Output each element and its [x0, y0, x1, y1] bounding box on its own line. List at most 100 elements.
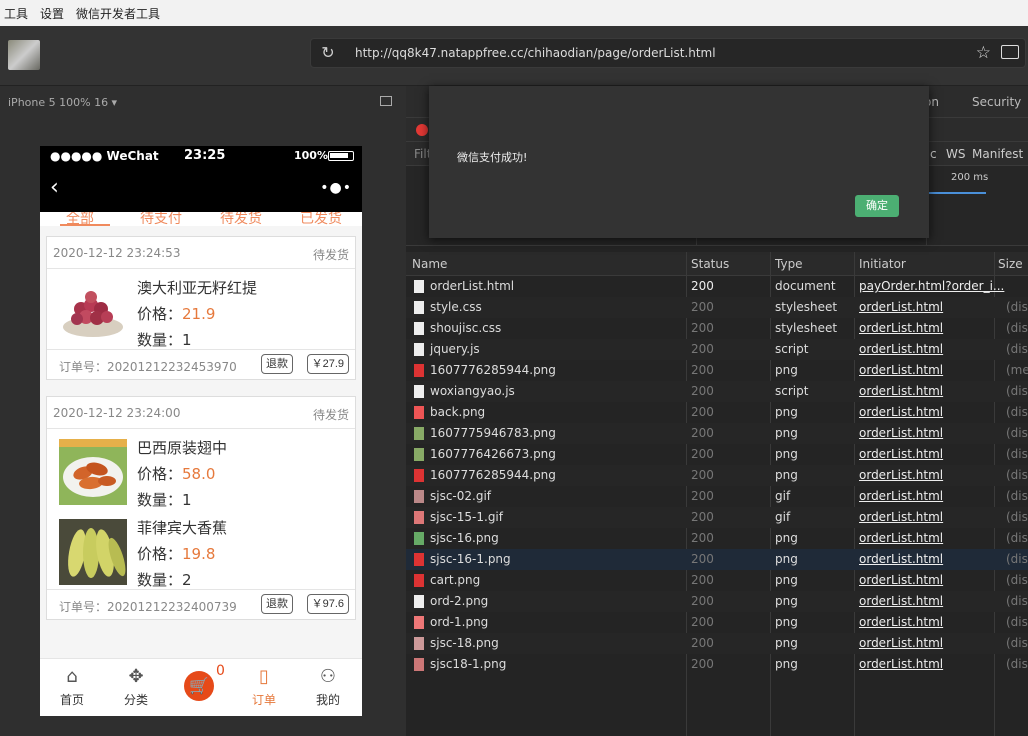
request-initiator[interactable]: orderList.html: [859, 426, 943, 440]
table-row[interactable]: shoujisc.css 200 stylesheet orderList.html (…: [406, 318, 1028, 339]
request-name: sjsc-16-1.png: [430, 552, 511, 566]
request-status: 200: [691, 405, 714, 419]
request-initiator[interactable]: orderList.html: [859, 363, 943, 377]
col-status[interactable]: Status: [691, 257, 729, 271]
table-row[interactable]: 1607776285944.png 200 png orderList.html (di…: [406, 465, 1028, 486]
request-type: png: [775, 615, 798, 629]
goods-item[interactable]: 巴西原装翅中 价格：58.0 数量：1: [47, 429, 355, 509]
file-icon: [414, 448, 424, 461]
request-initiator[interactable]: orderList.html: [859, 657, 943, 671]
file-icon: [414, 553, 424, 566]
request-size: (dis: [1006, 468, 1028, 482]
phone-screen: ●●●●● WeChat 23:25 100% ‹ •●• 全部 待支付 待发货…: [40, 146, 362, 716]
request-initiator[interactable]: orderList.html: [859, 594, 943, 608]
folder-icon[interactable]: [1001, 45, 1019, 59]
table-row[interactable]: style.css 200 stylesheet orderList.html (dis: [406, 297, 1028, 318]
table-row[interactable]: back.png 200 png orderList.html (dis: [406, 402, 1028, 423]
table-row[interactable]: ord-2.png 200 png orderList.html (dis: [406, 591, 1028, 612]
tab-pending-payment[interactable]: 待支付: [140, 212, 182, 226]
table-row[interactable]: 1607776426673.png 200 png orderList.html (di…: [406, 444, 1028, 465]
star-icon[interactable]: ☆: [976, 43, 991, 63]
refresh-icon[interactable]: ↻: [319, 44, 337, 62]
cart-icon[interactable]: 🛒: [184, 671, 214, 701]
device-selector[interactable]: iPhone 5 100% 16 ▾: [8, 96, 117, 109]
request-initiator[interactable]: orderList.html: [859, 552, 943, 566]
table-row[interactable]: sjsc-15-1.gif 200 gif orderList.html (dis: [406, 507, 1028, 528]
col-initiator[interactable]: Initiator: [859, 257, 906, 271]
tabbar-mine[interactable]: ⚇ 我的: [296, 659, 360, 716]
request-initiator[interactable]: orderList.html: [859, 489, 943, 503]
request-initiator[interactable]: orderList.html: [859, 405, 943, 419]
goods-item[interactable]: 菲律宾大香蕉 价格：19.8 数量：2: [47, 509, 355, 589]
menu-settings[interactable]: 设置: [40, 5, 64, 22]
detach-icon[interactable]: [380, 96, 392, 106]
col-name[interactable]: Name: [412, 257, 447, 271]
table-row[interactable]: 1607776285944.png 200 png orderList.html (me…: [406, 360, 1028, 381]
table-row[interactable]: sjsc-16-1.png 200 png orderList.html (dis: [406, 549, 1028, 570]
tab-security[interactable]: Security: [972, 95, 1021, 109]
request-initiator[interactable]: orderList.html: [859, 615, 943, 629]
tabbar-home[interactable]: ⌂ 首页: [40, 659, 104, 716]
col-type[interactable]: Type: [775, 257, 803, 271]
table-row[interactable]: orderList.html 200 document payOrder.html?o…: [406, 276, 1028, 297]
tabbar-orders[interactable]: ▯ 订单: [232, 659, 296, 716]
request-initiator[interactable]: orderList.html: [859, 447, 943, 461]
table-row[interactable]: ord-1.png 200 png orderList.html (dis: [406, 612, 1028, 633]
table-row[interactable]: cart.png 200 png orderList.html (dis: [406, 570, 1028, 591]
menu-tools[interactable]: 工具: [4, 5, 28, 22]
refund-button[interactable]: 退款: [261, 354, 293, 374]
filter-ws[interactable]: WS: [946, 147, 965, 161]
address-bar[interactable]: ↻ http://qq8k47.natappfree.cc/chihaodian…: [310, 38, 1026, 68]
category-icon: ✥: [128, 666, 144, 687]
back-icon[interactable]: ‹: [50, 177, 59, 199]
table-row[interactable]: sjsc-16.png 200 png orderList.html (dis: [406, 528, 1028, 549]
order-total[interactable]: ￥97.6: [306, 594, 349, 614]
table-row[interactable]: sjsc-18.png 200 png orderList.html (dis: [406, 633, 1028, 654]
avatar[interactable]: [8, 40, 40, 70]
table-row[interactable]: jquery.js 200 script orderList.html (dis: [406, 339, 1028, 360]
request-initiator[interactable]: orderList.html: [859, 384, 943, 398]
timeline-bar: [926, 192, 986, 194]
order-status: 待发货: [312, 408, 349, 422]
goods-item[interactable]: 澳大利亚无籽红提 价格：21.9 数量：1: [47, 269, 355, 349]
request-initiator[interactable]: orderList.html: [859, 531, 943, 545]
table-row[interactable]: sjsc18-1.png 200 png orderList.html (dis: [406, 654, 1028, 675]
tabbar-category[interactable]: ✥ 分类: [104, 659, 168, 716]
request-size: (dis: [1006, 510, 1028, 524]
goods-price: 19.8: [182, 545, 216, 563]
request-initiator[interactable]: orderList.html: [859, 573, 943, 587]
order-number: 订单号：20201212232453970: [59, 360, 237, 374]
request-size: (dis: [1006, 384, 1028, 398]
request-initiator[interactable]: orderList.html: [859, 321, 943, 335]
col-size[interactable]: Size: [998, 257, 1023, 271]
goods-name: 菲律宾大香蕉: [137, 519, 228, 537]
menu-wechat-devtools[interactable]: 微信开发者工具: [76, 5, 160, 22]
request-initiator[interactable]: orderList.html: [859, 636, 943, 650]
banana-image: [59, 519, 127, 585]
goods-quantity: 数量：2: [137, 571, 192, 589]
request-initiator[interactable]: orderList.html: [859, 510, 943, 524]
filter-manifest[interactable]: Manifest: [972, 147, 1023, 161]
goods-quantity: 数量：1: [137, 491, 192, 509]
table-row[interactable]: sjsc-02.gif 200 gif orderList.html (dis: [406, 486, 1028, 507]
request-initiator[interactable]: orderList.html: [859, 468, 943, 482]
request-type: png: [775, 447, 798, 461]
more-icon[interactable]: •●•: [320, 180, 352, 196]
request-initiator[interactable]: orderList.html: [859, 342, 943, 356]
tab-pending-shipment[interactable]: 待发货: [220, 212, 262, 226]
price-label: 价格：: [137, 305, 183, 323]
request-initiator[interactable]: orderList.html: [859, 300, 943, 314]
record-icon[interactable]: [416, 124, 428, 136]
goods-price: 21.9: [182, 305, 216, 323]
table-row[interactable]: woxiangyao.js 200 script orderList.html (dis: [406, 381, 1028, 402]
filter-doc[interactable]: c: [930, 147, 937, 161]
request-initiator[interactable]: payOrder.html?order_i...: [859, 279, 1004, 293]
file-icon: [414, 301, 424, 314]
ok-button[interactable]: 确定: [855, 195, 899, 217]
tab-shipped[interactable]: 已发货: [300, 212, 342, 226]
file-icon: [414, 616, 424, 629]
url-text[interactable]: http://qq8k47.natappfree.cc/chihaodian/p…: [355, 46, 716, 60]
refund-button[interactable]: 退款: [261, 594, 293, 614]
order-total[interactable]: ￥27.9: [306, 354, 349, 374]
table-row[interactable]: 1607775946783.png 200 png orderList.html (di…: [406, 423, 1028, 444]
